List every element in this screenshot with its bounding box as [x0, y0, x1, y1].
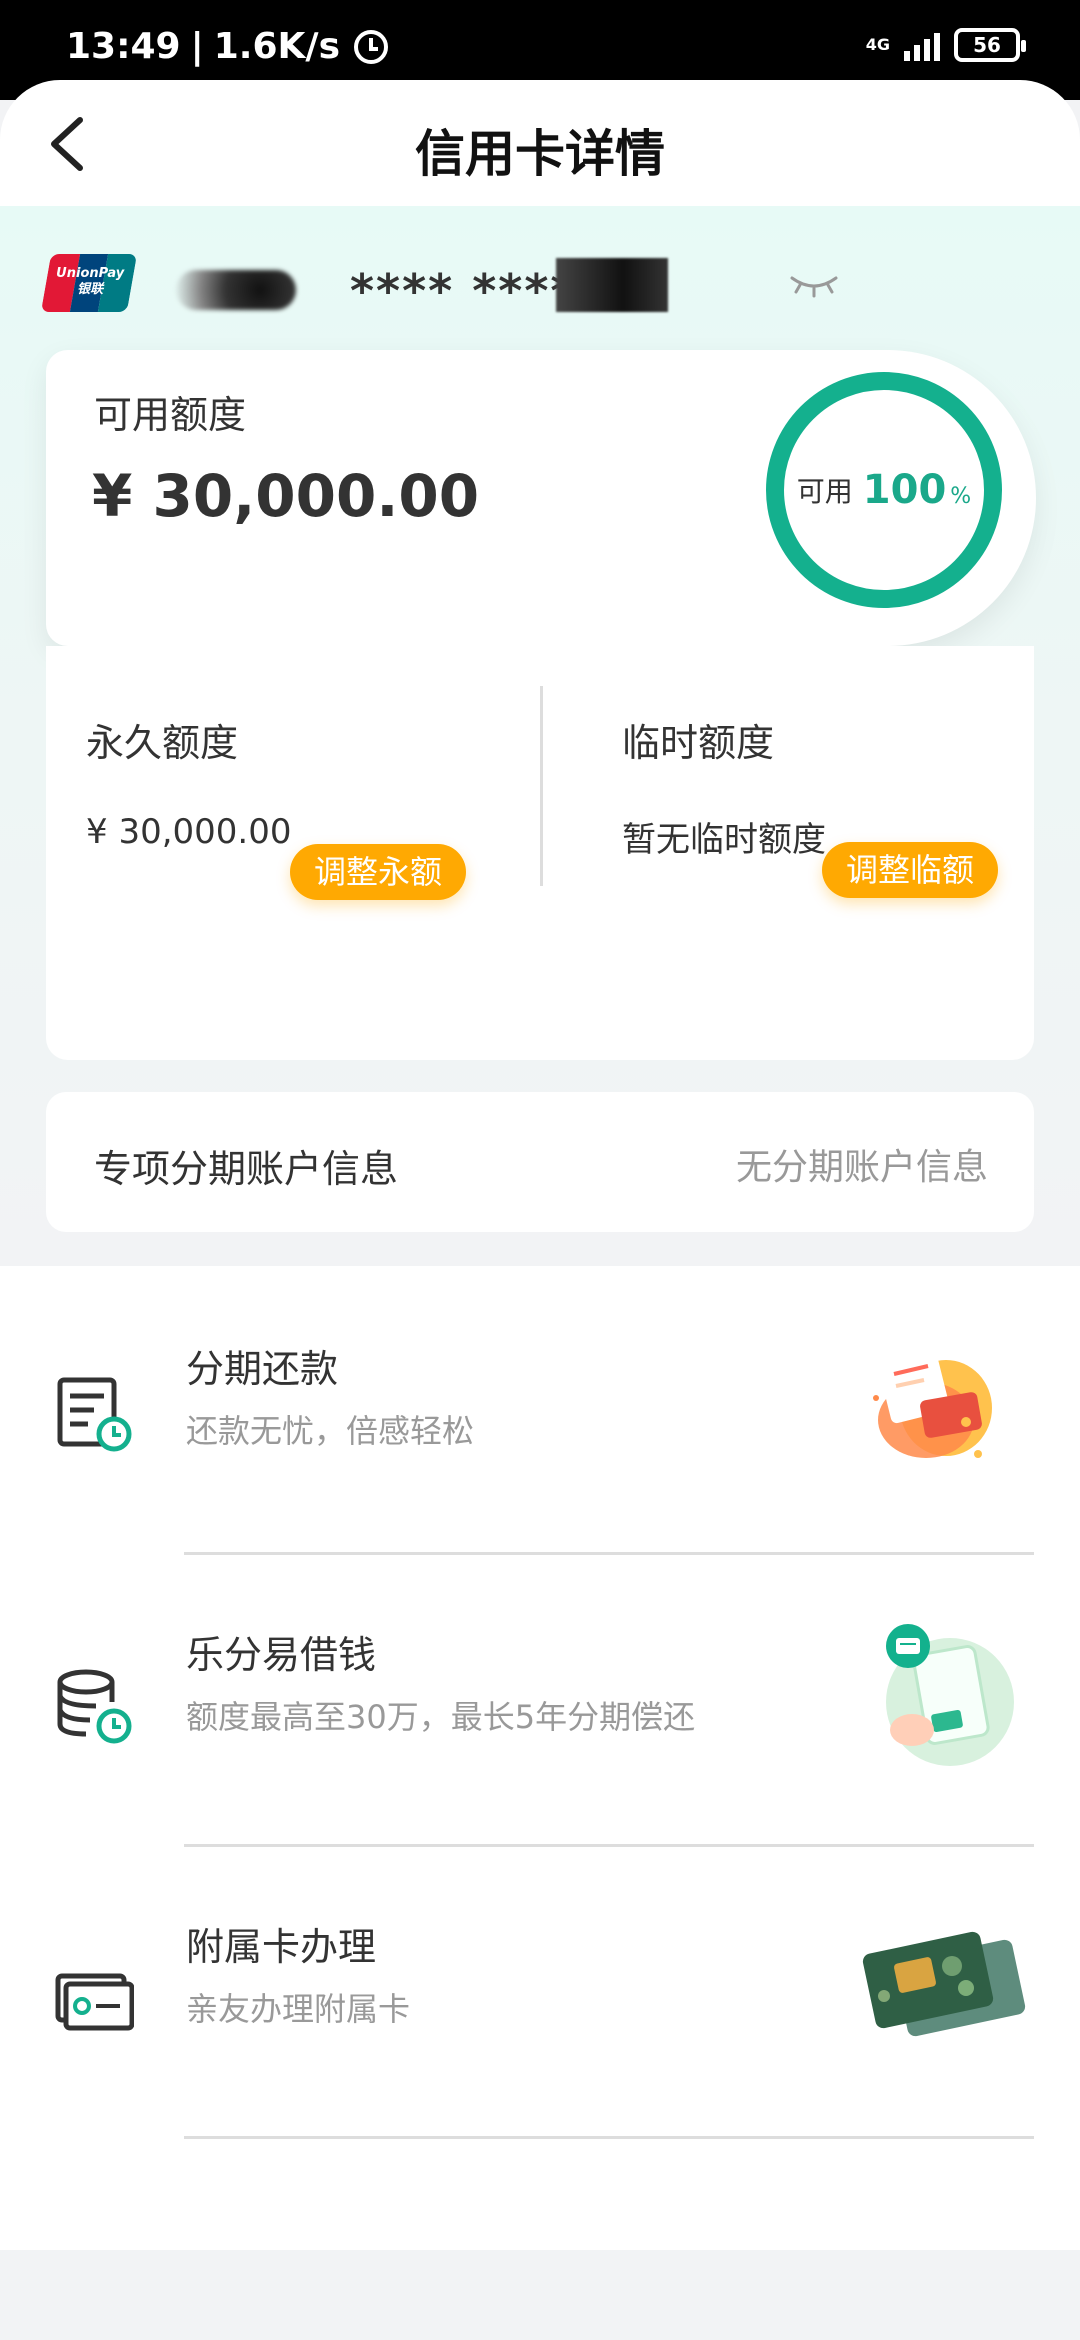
ring-label: 可用 — [796, 475, 853, 508]
masked-blur-left — [176, 270, 296, 310]
availability-ring: 可用 100 % — [766, 372, 1002, 608]
column-divider — [540, 686, 543, 886]
unionpay-logo-text: UnionPay 银联 — [50, 266, 130, 298]
divider — [184, 1552, 1034, 1555]
status-right: 4G 56 — [865, 28, 1026, 62]
card-number: **** **** — [176, 252, 838, 318]
alarm-icon — [354, 29, 388, 64]
service-subtitle: 额度最高至30万，最长5年分期偿还 — [186, 1698, 696, 1736]
ring-unit: % — [950, 483, 972, 509]
installment-account-value: 无分期账户信息 — [735, 1147, 988, 1188]
coins-clock-icon — [57, 1669, 132, 1744]
adjust-permanent-button[interactable]: 调整永额 — [290, 844, 467, 900]
bill-illustration-icon — [873, 1350, 992, 1458]
service-subtitle: 还款无忧，倍感轻松 — [186, 1412, 475, 1450]
unionpay-logo: UnionPay 银联 — [40, 254, 138, 312]
card-icon — [55, 1973, 134, 2031]
status-left: 13:49 | 1.6K/s — [66, 26, 388, 67]
available-limit-card: 可用额度 ¥ 30,000.00 可用 100 % — [46, 350, 1036, 646]
temporary-limit-title: 临时额度 — [622, 721, 775, 765]
masked-blur-right — [556, 258, 668, 312]
status-sep: | — [190, 26, 204, 67]
eye-closed-icon[interactable] — [788, 270, 840, 300]
divider — [184, 2136, 1034, 2139]
card-number-row: UnionPay 银联 **** **** — [40, 250, 838, 320]
limit-detail-card: 永久额度 ¥ 30,000.00 调整永额 临时额度 暂无临时额度 调整临额 — [46, 646, 1034, 1060]
status-time: 13:49 — [66, 26, 181, 67]
card-number-text: **** **** — [350, 264, 577, 318]
service-subtitle: 亲友办理附属卡 — [186, 1990, 411, 2028]
network-label: 4G — [865, 35, 890, 54]
header: 信用卡详情 — [0, 80, 1080, 206]
phone-illustration-icon — [886, 1624, 1014, 1766]
brand-en: UnionPay — [56, 266, 125, 281]
page-title: 信用卡详情 — [415, 125, 665, 183]
service-title: 分期还款 — [186, 1347, 339, 1391]
bill-clock-icon — [57, 1377, 132, 1452]
available-limit-amount: ¥ 30,000.00 — [92, 462, 480, 530]
service-installment-repayment[interactable]: 分期还款 还款无忧，倍感轻松 — [0, 1266, 1080, 1556]
temporary-limit-value: 暂无临时额度 — [622, 820, 826, 860]
service-title: 乐分易借钱 — [186, 1633, 377, 1677]
hero-area: UnionPay 银联 **** **** 可用额度 ¥ 30,000.00 可… — [0, 206, 1080, 1266]
signal-icon — [904, 29, 940, 61]
installment-account-row[interactable]: 专项分期账户信息 无分期账户信息 — [46, 1092, 1034, 1232]
permanent-limit-value: ¥ 30,000.00 — [86, 812, 292, 852]
available-limit-label: 可用额度 — [94, 393, 247, 437]
service-title: 附属卡办理 — [186, 1925, 377, 1969]
installment-account-label: 专项分期账户信息 — [94, 1147, 399, 1191]
divider — [184, 1844, 1034, 1847]
battery-level: 56 — [973, 33, 1001, 57]
services-list: 分期还款 还款无忧，倍感轻松 乐分易借钱 额度最高至30万，最长5年分期偿还 附… — [0, 1266, 1080, 2250]
service-le-fen-yi-loan[interactable]: 乐分易借钱 额度最高至30万，最长5年分期偿还 — [0, 1558, 1080, 1848]
card-illustration-icon — [862, 1931, 1026, 2037]
service-supplementary-card[interactable]: 附属卡办理 亲友办理附属卡 — [0, 1850, 1080, 2140]
battery-icon: 56 — [954, 28, 1026, 62]
ring-percent: 100 — [862, 467, 947, 513]
status-speed: 1.6K/s — [213, 26, 340, 67]
brand-cn: 银联 — [77, 282, 104, 297]
adjust-temporary-button[interactable]: 调整临额 — [822, 842, 999, 898]
permanent-limit-title: 永久额度 — [86, 721, 239, 765]
